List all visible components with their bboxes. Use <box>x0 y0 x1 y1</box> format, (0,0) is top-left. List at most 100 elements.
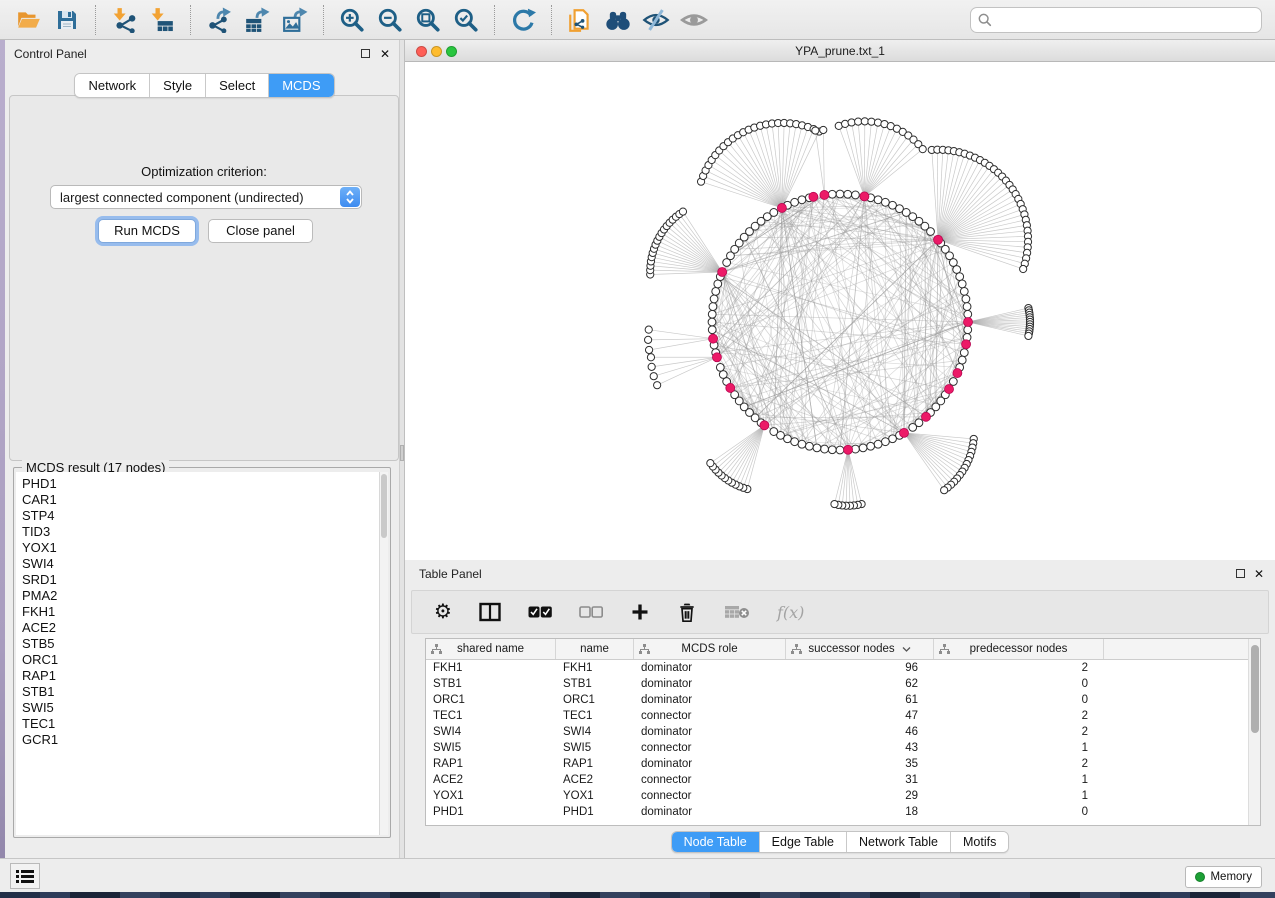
save-floppy-icon <box>55 8 79 32</box>
memory-button[interactable]: Memory <box>1185 866 1262 888</box>
table-cell: 96 <box>786 660 934 676</box>
table-row[interactable]: ACE2ACE2connector311 <box>426 772 1260 788</box>
table-scrollbar[interactable] <box>1248 639 1260 825</box>
column-header-name[interactable]: name <box>556 639 634 659</box>
table-cell: 18 <box>786 804 934 820</box>
float-window-icon[interactable] <box>361 49 370 58</box>
table-cell: 46 <box>786 724 934 740</box>
mcds-result-item[interactable]: ACE2 <box>22 620 388 636</box>
import-table-button[interactable] <box>146 4 178 36</box>
zoom-selected-button[interactable] <box>450 4 482 36</box>
find-button[interactable] <box>602 4 634 36</box>
mcds-result-item[interactable]: SWI4 <box>22 556 388 572</box>
hide-graphics-button[interactable] <box>640 4 672 36</box>
checked-boxes-icon <box>528 606 552 618</box>
show-column-button[interactable] <box>479 602 501 622</box>
network-search-field[interactable] <box>970 7 1262 33</box>
table-cell: RAP1 <box>556 756 634 772</box>
mcds-result-item[interactable]: RAP1 <box>22 668 388 684</box>
table-row[interactable]: RAP1RAP1dominator352 <box>426 756 1260 772</box>
table-cell: SWI5 <box>426 740 556 756</box>
column-header-shared-name[interactable]: shared name <box>426 639 556 659</box>
delete-column-button[interactable] <box>677 601 697 623</box>
refresh-button[interactable] <box>507 4 539 36</box>
result-scrollbar[interactable] <box>379 472 388 835</box>
search-input[interactable] <box>993 10 1261 30</box>
close-icon[interactable]: ✕ <box>1254 567 1264 581</box>
column-header-predecessor-nodes[interactable]: predecessor nodes <box>934 639 1104 659</box>
export-image-icon <box>282 7 308 33</box>
show-graphics-button[interactable] <box>678 4 710 36</box>
table-row[interactable]: TEC1TEC1connector472 <box>426 708 1260 724</box>
zoom-in-button[interactable] <box>336 4 368 36</box>
mcds-result-item[interactable]: STP4 <box>22 508 388 524</box>
network-window-titlebar[interactable]: YPA_prune.txt_1 <box>405 40 1275 62</box>
column-header-MCDS-role[interactable]: MCDS role <box>634 639 786 659</box>
export-image-button[interactable] <box>279 4 311 36</box>
table-options-button[interactable]: ⚙ <box>434 602 452 622</box>
mcds-result-item[interactable]: PHD1 <box>22 476 388 492</box>
mcds-result-item[interactable]: TEC1 <box>22 716 388 732</box>
tab-network-table[interactable]: Network Table <box>847 832 951 852</box>
mcds-result-item[interactable]: FKH1 <box>22 604 388 620</box>
run-mcds-button[interactable]: Run MCDS <box>98 219 196 243</box>
tab-network[interactable]: Network <box>75 74 150 97</box>
save-session-button[interactable] <box>51 4 83 36</box>
clone-network-icon <box>567 7 593 33</box>
column-header-successor-nodes[interactable]: successor nodes <box>786 639 934 659</box>
mcds-result-item[interactable]: CAR1 <box>22 492 388 508</box>
table-row[interactable]: YOX1YOX1connector291 <box>426 788 1260 804</box>
deselect-all-button[interactable] <box>579 606 603 618</box>
table-row[interactable]: STB1STB1dominator620 <box>426 676 1260 692</box>
table-row[interactable]: FKH1FKH1dominator962 <box>426 660 1260 676</box>
tab-motifs[interactable]: Motifs <box>951 832 1008 852</box>
tab-node-table[interactable]: Node Table <box>672 832 760 852</box>
float-window-icon[interactable] <box>1236 569 1245 578</box>
mcds-result-item[interactable]: YOX1 <box>22 540 388 556</box>
criterion-select[interactable]: largest connected component (undirected) <box>50 185 362 209</box>
unchecked-boxes-icon <box>579 606 603 618</box>
select-all-button[interactable] <box>528 606 552 618</box>
mcds-result-item[interactable]: SRD1 <box>22 572 388 588</box>
network-canvas[interactable] <box>405 62 1275 560</box>
toolbar-separator <box>323 5 324 35</box>
table-row[interactable]: PHD1PHD1dominator180 <box>426 804 1260 820</box>
mcds-result-item[interactable]: ORC1 <box>22 652 388 668</box>
table-row[interactable]: SWI5SWI5connector431 <box>426 740 1260 756</box>
table-row[interactable]: SWI4SWI4dominator462 <box>426 724 1260 740</box>
criterion-value: largest connected component (undirected) <box>60 190 304 205</box>
export-network-button[interactable] <box>203 4 235 36</box>
table-cell: STB1 <box>426 676 556 692</box>
export-table-button[interactable] <box>241 4 273 36</box>
mcds-result-item[interactable]: TID3 <box>22 524 388 540</box>
mcds-result-list[interactable]: PHD1CAR1STP4TID3YOX1SWI4SRD1PMA2FKH1ACE2… <box>16 472 388 835</box>
table-cell: TEC1 <box>556 708 634 724</box>
clone-network-button[interactable] <box>564 4 596 36</box>
tab-mcds[interactable]: MCDS <box>269 74 333 97</box>
mcds-result-item[interactable]: STB5 <box>22 636 388 652</box>
table-cell: 2 <box>934 756 1104 772</box>
close-icon[interactable]: ✕ <box>380 47 390 61</box>
open-session-button[interactable] <box>13 4 45 36</box>
select-stepper-icon <box>340 187 360 207</box>
zoom-out-button[interactable] <box>374 4 406 36</box>
tab-style[interactable]: Style <box>150 74 206 97</box>
toolbar-separator <box>551 5 552 35</box>
mcds-result-item[interactable]: STB1 <box>22 684 388 700</box>
zoom-fit-button[interactable] <box>412 4 444 36</box>
add-column-button[interactable] <box>630 602 650 622</box>
splitter-grip[interactable] <box>400 445 404 461</box>
mcds-result-item[interactable]: PMA2 <box>22 588 388 604</box>
mcds-result-item[interactable]: SWI5 <box>22 700 388 716</box>
mcds-result-item[interactable]: GCR1 <box>22 732 388 748</box>
delete-table-button[interactable] <box>724 604 750 620</box>
mcds-result-group: MCDS result (17 nodes) PHD1CAR1STP4TID3Y… <box>13 467 391 838</box>
tab-edge-table[interactable]: Edge Table <box>760 832 847 852</box>
table-cell: 62 <box>786 676 934 692</box>
show-panels-button[interactable] <box>10 863 40 889</box>
tab-select[interactable]: Select <box>206 74 269 97</box>
table-row[interactable]: ORC1ORC1dominator610 <box>426 692 1260 708</box>
close-panel-button[interactable]: Close panel <box>208 219 313 243</box>
import-network-button[interactable] <box>108 4 140 36</box>
function-builder-button[interactable]: f(x) <box>777 603 804 622</box>
